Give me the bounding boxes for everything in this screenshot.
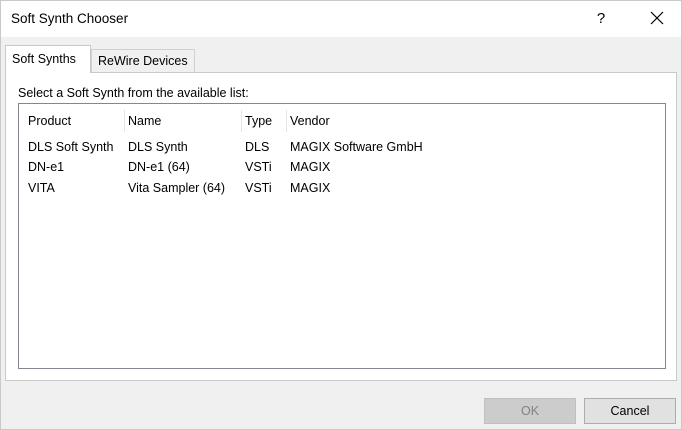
cell-type: DLS bbox=[245, 140, 270, 154]
column-header-name[interactable]: Name bbox=[128, 111, 242, 131]
help-button[interactable]: ? bbox=[583, 1, 619, 35]
close-icon bbox=[650, 11, 664, 25]
soft-synth-list[interactable]: Product Name Type Vendor DLS Soft Synth … bbox=[18, 103, 666, 369]
cell-name: DLS Synth bbox=[128, 140, 188, 154]
cell-type: VSTi bbox=[245, 160, 272, 174]
list-header: Product Name Type Vendor bbox=[19, 111, 665, 131]
cell-name: Vita Sampler (64) bbox=[128, 181, 226, 195]
cell-vendor: MAGIX bbox=[290, 160, 331, 174]
cell-name: DN-e1 (64) bbox=[128, 160, 190, 174]
cell-product: VITA bbox=[28, 181, 55, 195]
close-button[interactable] bbox=[637, 1, 677, 35]
tab-rewire-devices[interactable]: ReWire Devices bbox=[91, 49, 195, 73]
tab-soft-synths[interactable]: Soft Synths bbox=[5, 45, 91, 73]
cell-product: DLS Soft Synth bbox=[28, 140, 114, 154]
cell-type: VSTi bbox=[245, 181, 272, 195]
table-row[interactable]: DLS Soft Synth DLS Synth DLS MAGIX Softw… bbox=[19, 137, 665, 157]
soft-synths-panel: Select a Soft Synth from the available l… bbox=[5, 72, 677, 381]
cancel-button[interactable]: Cancel bbox=[584, 398, 676, 424]
help-icon: ? bbox=[596, 9, 606, 27]
table-row[interactable]: DN-e1 DN-e1 (64) VSTi MAGIX bbox=[19, 157, 665, 177]
column-header-type[interactable]: Type bbox=[245, 111, 287, 131]
column-separator[interactable] bbox=[124, 110, 125, 132]
title-bar: Soft Synth Chooser ? bbox=[1, 1, 681, 37]
soft-synth-chooser-dialog: Soft Synth Chooser ? Soft Synths ReWire … bbox=[0, 0, 682, 430]
cell-product: DN-e1 bbox=[28, 160, 65, 174]
cell-vendor: MAGIX bbox=[290, 181, 331, 195]
column-header-product[interactable]: Product bbox=[28, 111, 126, 131]
column-separator[interactable] bbox=[241, 110, 242, 132]
column-separator[interactable] bbox=[286, 110, 287, 132]
ok-button[interactable]: OK bbox=[484, 398, 576, 424]
instruction-label: Select a Soft Synth from the available l… bbox=[18, 86, 249, 100]
table-row[interactable]: VITA Vita Sampler (64) VSTi MAGIX bbox=[19, 178, 665, 198]
cell-vendor: MAGIX Software GmbH bbox=[290, 140, 423, 154]
column-header-vendor[interactable]: Vendor bbox=[290, 111, 650, 131]
window-title: Soft Synth Chooser bbox=[11, 11, 129, 26]
